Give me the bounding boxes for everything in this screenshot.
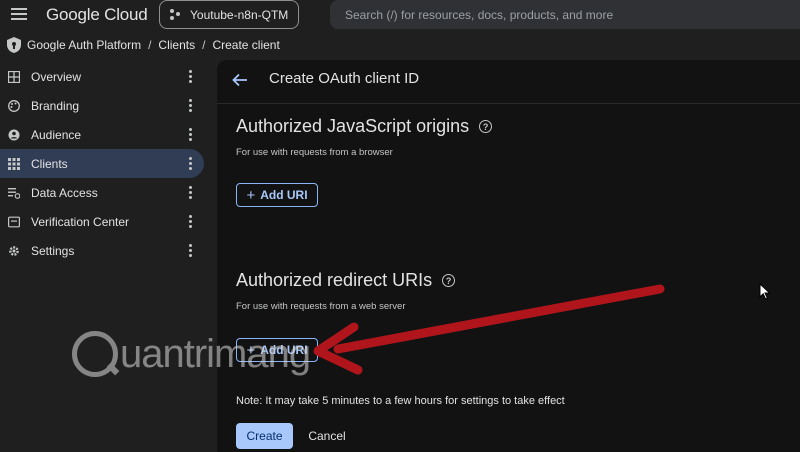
more-vert-icon[interactable] bbox=[189, 244, 193, 257]
sidebar-item-label: Clients bbox=[31, 156, 68, 171]
palette-icon bbox=[8, 99, 20, 112]
sidebar-item-data-access[interactable]: Data Access bbox=[0, 178, 210, 207]
cancel-button[interactable]: Cancel bbox=[301, 423, 353, 449]
google-cloud-logo[interactable]: Google Cloud bbox=[46, 5, 148, 25]
shield-icon bbox=[7, 37, 21, 53]
redirects-title-text: Authorized redirect URIs bbox=[236, 270, 433, 290]
sidebar-item-label: Overview bbox=[31, 69, 82, 84]
help-icon[interactable]: ? bbox=[479, 120, 493, 133]
project-picker[interactable]: Youtube-n8n-QTM bbox=[159, 0, 299, 29]
apps-grid-icon bbox=[8, 157, 20, 170]
sidebar-item-label: Data Access bbox=[31, 185, 98, 200]
add-origin-uri-button[interactable]: + Add URI bbox=[236, 183, 318, 207]
project-icon bbox=[170, 8, 182, 21]
more-vert-icon[interactable] bbox=[189, 99, 193, 112]
dashboard-icon bbox=[8, 70, 20, 83]
sidebar-item-label: Branding bbox=[31, 98, 80, 113]
main-panel: Create OAuth client ID Authorized JavaSc… bbox=[217, 60, 800, 452]
origins-title-text: Authorized JavaScript origins bbox=[236, 116, 470, 136]
mouse-cursor-icon bbox=[759, 283, 771, 300]
breadcrumb-separator: / bbox=[202, 38, 206, 52]
sidebar-item-settings[interactable]: Settings bbox=[0, 236, 210, 265]
plus-icon: + bbox=[246, 186, 256, 204]
page-header: Create OAuth client ID bbox=[217, 60, 800, 104]
breadcrumb-separator: / bbox=[148, 38, 152, 52]
help-icon[interactable]: ? bbox=[442, 274, 456, 287]
hamburger-menu-icon[interactable] bbox=[11, 8, 27, 20]
redirects-description: For use with requests from a web server bbox=[236, 301, 406, 312]
sidebar-item-label: Settings bbox=[31, 243, 75, 258]
breadcrumb-item-clients[interactable]: Clients bbox=[158, 38, 195, 52]
verification-icon bbox=[8, 216, 20, 228]
more-vert-icon[interactable] bbox=[189, 128, 193, 141]
sidebar: Overview Branding Audience Clients Data … bbox=[0, 62, 210, 265]
breadcrumb-item-platform[interactable]: Google Auth Platform bbox=[27, 38, 141, 52]
sidebar-item-clients[interactable]: Clients bbox=[0, 149, 204, 178]
more-vert-icon[interactable] bbox=[189, 70, 193, 83]
breadcrumb: Google Auth Platform / Clients / Create … bbox=[0, 33, 280, 57]
settings-note: Note: It may take 5 minutes to a few hou… bbox=[236, 395, 565, 407]
watermark-q-icon bbox=[72, 331, 118, 377]
search-input[interactable]: Search (/) for resources, docs, products… bbox=[330, 0, 800, 29]
page-title: Create OAuth client ID bbox=[269, 70, 420, 87]
sidebar-item-overview[interactable]: Overview bbox=[0, 62, 210, 91]
watermark-text: uantrimang bbox=[120, 331, 311, 376]
add-uri-label: Add URI bbox=[260, 188, 308, 202]
top-bar: Google Cloud Youtube-n8n-QTM Search (/) … bbox=[0, 0, 800, 30]
watermark-logo: uantrimang bbox=[72, 328, 311, 380]
sidebar-item-audience[interactable]: Audience bbox=[0, 120, 210, 149]
person-icon bbox=[8, 129, 20, 141]
redirects-section-title: Authorized redirect URIs ? bbox=[236, 270, 456, 291]
data-access-icon bbox=[8, 187, 20, 199]
sidebar-item-label: Audience bbox=[31, 127, 82, 142]
origins-description: For use with requests from a browser bbox=[236, 147, 393, 158]
gear-icon bbox=[8, 245, 20, 257]
sidebar-item-verification-center[interactable]: Verification Center bbox=[0, 207, 210, 236]
back-arrow-icon[interactable] bbox=[231, 71, 249, 89]
origins-section-title: Authorized JavaScript origins ? bbox=[236, 116, 493, 137]
project-name: Youtube-n8n-QTM bbox=[190, 7, 289, 22]
create-button[interactable]: Create bbox=[236, 423, 293, 449]
more-vert-icon[interactable] bbox=[189, 157, 193, 170]
breadcrumb-item-create-client: Create client bbox=[212, 38, 280, 52]
more-vert-icon[interactable] bbox=[189, 215, 193, 228]
sidebar-item-branding[interactable]: Branding bbox=[0, 91, 210, 120]
sidebar-item-label: Verification Center bbox=[31, 214, 130, 229]
more-vert-icon[interactable] bbox=[189, 186, 193, 199]
